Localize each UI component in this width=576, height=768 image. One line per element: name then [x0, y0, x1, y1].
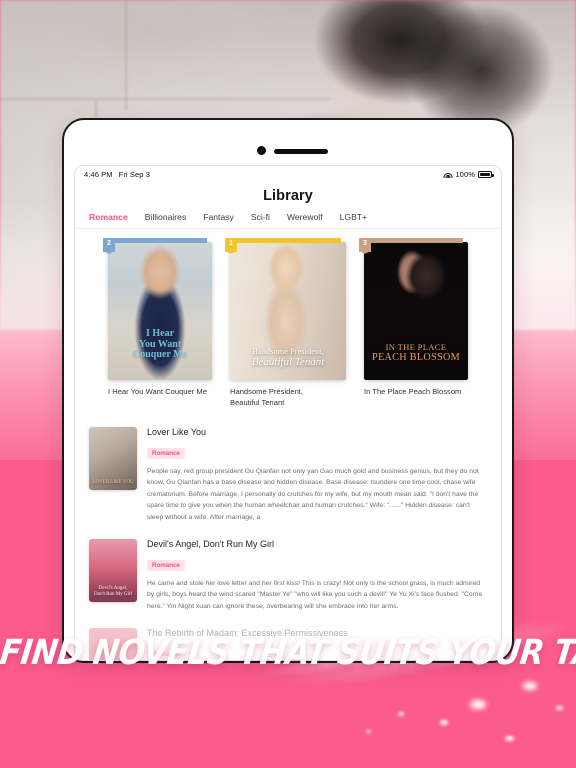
- tab-sci-fi[interactable]: Sci-fi: [251, 212, 270, 222]
- book-title: Devil's Angel, Don't Run My Girl: [147, 539, 274, 550]
- thumb-title-overlay: Devil's Angel, Don't Run My Girl: [89, 586, 137, 599]
- genre-tag: Romance: [147, 448, 185, 460]
- rank-badge: 3: [359, 238, 371, 252]
- screenshot-stage: 4:46 PM Fri Sep 3 100% Library Romance B…: [0, 0, 576, 768]
- book-description: He came and stole her love letter and he…: [147, 580, 483, 610]
- cover-artwork: IN THE PLACE PEACH BLOSSOM: [364, 242, 468, 381]
- book-title: Lover Like You: [147, 427, 207, 438]
- sparkle-icon: [523, 682, 537, 690]
- camera-dot-icon: [257, 146, 266, 155]
- tab-billionaires[interactable]: Billionaires: [145, 212, 187, 222]
- tab-werewolf[interactable]: Werewolf: [287, 212, 323, 222]
- featured-book-card[interactable]: 3 IN THE PLACE PEACH BLOSSOM In The Plac…: [359, 238, 468, 397]
- cover-overlay-line: IN THE PLACE: [385, 341, 447, 352]
- book-thumbnail[interactable]: Devil's Angel, Don't Run My Girl: [89, 539, 137, 603]
- rank-badge: 2: [103, 238, 115, 252]
- status-time: 4:46 PM: [84, 169, 113, 179]
- list-item[interactable]: LOVER LIKE YOU Lover Like You Romance Pe…: [89, 420, 487, 532]
- book-caption-line: Handsome President,: [230, 387, 304, 397]
- cover-artwork: Handsome President, Beautiful Tenant: [230, 242, 346, 381]
- sparkle-icon: [470, 700, 486, 709]
- featured-book-card[interactable]: 2 I Hear You Want Couquer Me I Hear You …: [103, 238, 212, 397]
- cover-title-overlay: IN THE PLACE PEACH BLOSSOM: [364, 342, 468, 365]
- cover-title-overlay: Handsome President, Beautiful Tenant: [230, 347, 346, 369]
- cover-overlay-line: PEACH BLOSSOM: [372, 352, 460, 364]
- cover-artwork: I Hear You Want Couquer Me: [108, 242, 212, 381]
- book-cover[interactable]: 1 Handsome President, Beautiful Tenant: [225, 238, 346, 381]
- book-cover[interactable]: 2 I Hear You Want Couquer Me: [103, 238, 212, 381]
- cover-overlay-line: Couquer Me: [133, 349, 187, 361]
- list-item[interactable]: Devil's Angel, Don't Run My Girl Devil's…: [89, 532, 487, 621]
- cover-overlay-line: Handsome President,: [252, 347, 324, 357]
- rank-ribbon: [225, 238, 341, 243]
- book-caption: I Hear You Want Couquer Me: [108, 387, 207, 397]
- status-bar: 4:46 PM Fri Sep 3 100%: [75, 166, 501, 182]
- book-cover[interactable]: 3 IN THE PLACE PEACH BLOSSOM: [359, 238, 468, 381]
- wifi-icon: [443, 171, 453, 178]
- featured-book-card[interactable]: 1 Handsome President, Beautiful Tenant H: [225, 238, 346, 408]
- sparkle-icon: [505, 736, 514, 741]
- promo-headline: FIND NOVELS THAT SUITS YOUR TASTE: [0, 632, 576, 674]
- tab-fantasy[interactable]: Fantasy: [203, 212, 234, 222]
- tablet-screen: 4:46 PM Fri Sep 3 100% Library Romance B…: [74, 165, 502, 661]
- rank-ribbon: [359, 238, 463, 243]
- rank-badge: 1: [225, 238, 237, 252]
- sparkle-icon: [398, 712, 404, 716]
- cover-overlay-line: Beautiful Tenant: [251, 356, 325, 369]
- cover-title-overlay: I Hear You Want Couquer Me: [108, 329, 212, 361]
- sparkle-icon: [366, 730, 371, 733]
- tab-romance[interactable]: Romance: [89, 212, 128, 222]
- thumb-title-overlay: LOVER LIKE YOU: [92, 480, 134, 486]
- speaker-bar-icon: [274, 149, 328, 154]
- tab-lgbt[interactable]: LGBT+: [340, 212, 367, 222]
- book-caption: Handsome President, Beautiful Tenant: [230, 386, 346, 408]
- status-date: Fri Sep 3: [118, 169, 150, 179]
- tablet-device: 4:46 PM Fri Sep 3 100% Library Romance B…: [62, 118, 514, 663]
- book-list: LOVER LIKE YOU Lover Like You Romance Pe…: [75, 414, 501, 660]
- couch-seam: [0, 98, 330, 100]
- thumb-overlay-line: Don't Run My Girl: [94, 592, 132, 598]
- battery-icon: [478, 170, 494, 178]
- genre-tag: Romance: [147, 560, 185, 572]
- sparkle-icon: [556, 706, 563, 710]
- page-title: Library: [263, 188, 313, 204]
- book-caption: In The Place Peach Blossom: [364, 387, 462, 397]
- book-caption-line: Beautiful Tenant: [230, 398, 285, 408]
- book-description: People say, red group president Gu Qianf…: [147, 468, 479, 521]
- category-tabs[interactable]: Romance Billionaires Fantasy Sci-fi Were…: [75, 212, 501, 229]
- sparkle-icon: [440, 720, 448, 725]
- featured-books-row: 2 I Hear You Want Couquer Me I Hear You …: [75, 229, 501, 414]
- book-thumbnail[interactable]: LOVER LIKE YOU: [89, 427, 137, 491]
- battery-percent: 100%: [455, 169, 475, 179]
- rank-ribbon: [103, 238, 207, 243]
- couch-seam: [125, 0, 127, 110]
